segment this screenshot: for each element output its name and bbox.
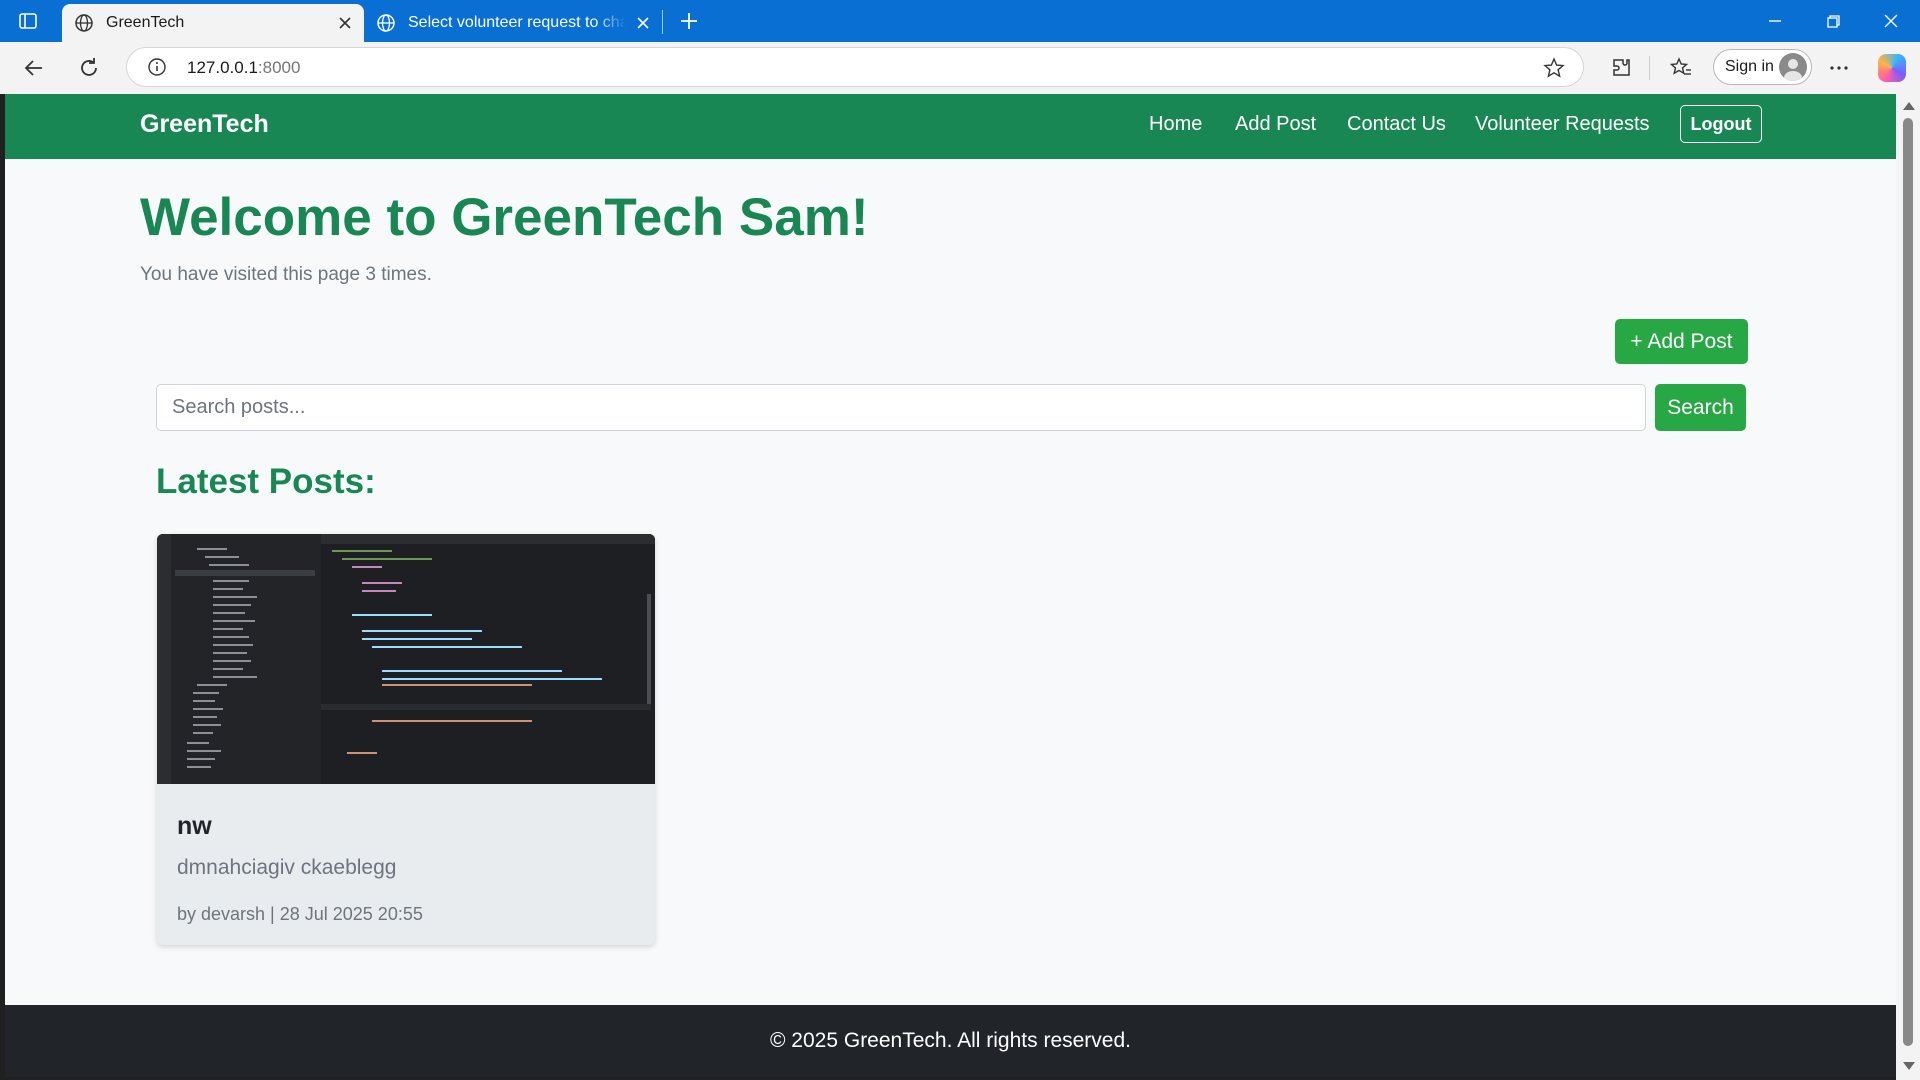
search-input[interactable] bbox=[156, 384, 1646, 431]
tab-divider bbox=[662, 10, 663, 34]
search-button[interactable]: Search bbox=[1655, 384, 1746, 431]
scroll-up-icon[interactable] bbox=[1903, 102, 1915, 110]
star-icon[interactable] bbox=[1543, 57, 1565, 79]
scroll-down-icon[interactable] bbox=[1903, 1062, 1915, 1070]
toolbar-divider bbox=[1649, 56, 1650, 80]
address-url: 127.0.0.1:8000 bbox=[187, 58, 300, 78]
nav-volunteer-requests[interactable]: Volunteer Requests bbox=[1475, 113, 1650, 136]
post-card[interactable]: nw dmnahciagiv ckaeblegg by devarsh | 28… bbox=[157, 534, 655, 945]
minimize-icon[interactable] bbox=[1764, 10, 1786, 32]
globe-icon bbox=[75, 14, 93, 32]
page-viewport: GreenTech Home Add Post Contact Us Volun… bbox=[5, 94, 1896, 1077]
site-navbar: GreenTech Home Add Post Contact Us Volun… bbox=[5, 94, 1896, 159]
nav-contact-us[interactable]: Contact Us bbox=[1347, 113, 1446, 136]
latest-posts-heading: Latest Posts: bbox=[156, 462, 376, 501]
user-icon bbox=[1784, 59, 1802, 81]
page-scrollbar[interactable] bbox=[1896, 94, 1920, 1080]
back-icon[interactable] bbox=[22, 56, 46, 80]
address-host: 127.0.0.1 bbox=[187, 58, 258, 77]
favorites-icon[interactable] bbox=[1669, 56, 1693, 80]
browser-toolbar: 127.0.0.1:8000 Sign in bbox=[0, 42, 1920, 94]
nav-add-post[interactable]: Add Post bbox=[1235, 113, 1316, 136]
brand-logo[interactable]: GreenTech bbox=[140, 110, 269, 139]
scrollbar-thumb[interactable] bbox=[1903, 118, 1913, 1046]
site-footer: © 2025 GreenTech. All rights reserved. bbox=[5, 1005, 1896, 1077]
tab-greentech[interactable]: GreenTech bbox=[62, 4, 364, 42]
address-port: :8000 bbox=[257, 58, 301, 77]
nav-home[interactable]: Home bbox=[1149, 113, 1202, 136]
post-meta: by devarsh | 28 Jul 2025 20:55 bbox=[177, 904, 423, 924]
info-icon[interactable] bbox=[147, 57, 167, 77]
close-icon[interactable] bbox=[1880, 10, 1902, 32]
close-icon[interactable] bbox=[636, 16, 650, 30]
globe-icon bbox=[377, 14, 395, 32]
tab-title: Select volunteer request to change bbox=[408, 14, 626, 31]
sign-in-button[interactable]: Sign in bbox=[1713, 49, 1812, 85]
avatar bbox=[1779, 53, 1807, 81]
browser-titlebar: GreenTech Select volunteer request to ch… bbox=[0, 0, 1920, 42]
extensions-icon[interactable] bbox=[1609, 56, 1633, 80]
tab-title: GreenTech bbox=[106, 14, 185, 31]
page-title: Welcome to GreenTech Sam! bbox=[140, 188, 869, 247]
post-image bbox=[157, 534, 655, 784]
refresh-icon[interactable] bbox=[77, 56, 101, 80]
add-post-button[interactable]: + Add Post bbox=[1615, 319, 1748, 364]
address-bar[interactable]: 127.0.0.1:8000 bbox=[126, 47, 1584, 87]
logout-button[interactable]: Logout bbox=[1680, 105, 1762, 143]
copilot-icon[interactable] bbox=[1878, 54, 1906, 82]
plus-icon[interactable] bbox=[678, 10, 700, 32]
maximize-icon[interactable] bbox=[1822, 10, 1844, 32]
more-icon[interactable] bbox=[1827, 56, 1851, 80]
post-title[interactable]: nw bbox=[177, 812, 212, 841]
footer-text: © 2025 GreenTech. All rights reserved. bbox=[770, 1029, 1131, 1052]
close-icon[interactable] bbox=[338, 16, 352, 30]
sign-in-label: Sign in bbox=[1725, 58, 1774, 75]
visit-counter: You have visited this page 3 times. bbox=[140, 264, 432, 285]
post-description: dmnahciagiv ckaeblegg bbox=[177, 856, 397, 879]
sidebar-toggle-icon[interactable] bbox=[18, 11, 38, 31]
tab-volunteer-request[interactable]: Select volunteer request to change bbox=[364, 4, 662, 42]
